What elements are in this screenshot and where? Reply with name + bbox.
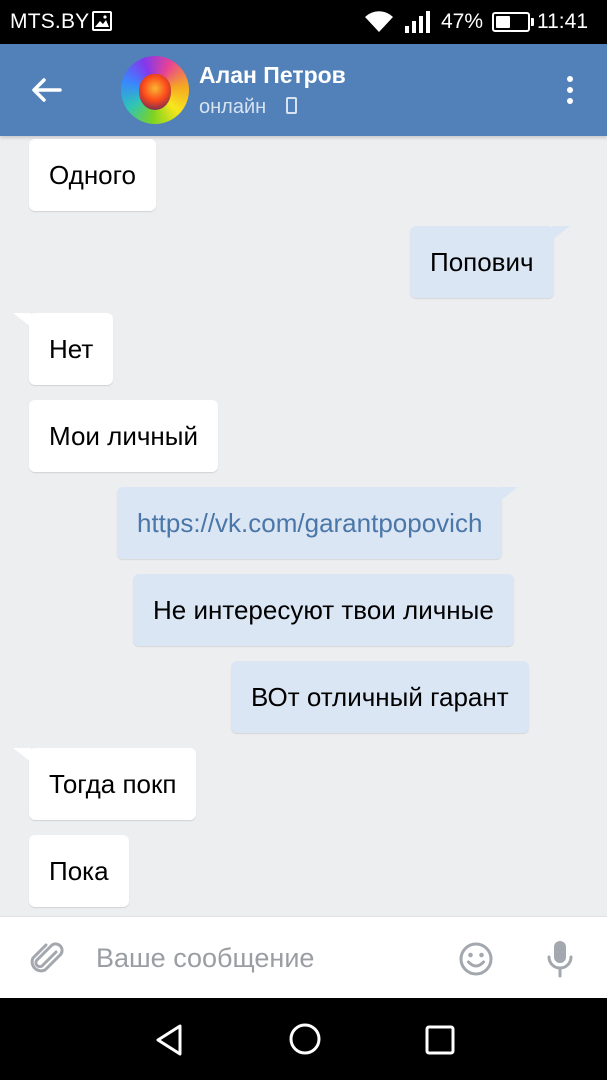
battery-icon [492, 12, 534, 32]
nav-back-icon [156, 1024, 182, 1056]
message-incoming[interactable]: Нет [13, 313, 114, 385]
message-text: Одного [49, 160, 137, 190]
back-arrow-icon [32, 78, 62, 102]
online-status: онлайн [199, 96, 267, 118]
avatar[interactable] [121, 56, 189, 124]
battery-fill [496, 16, 511, 28]
message-composer [0, 916, 607, 998]
message-text: Мои личный [49, 421, 198, 451]
message-input[interactable] [86, 933, 436, 983]
message-text: Тогда покп [49, 769, 177, 799]
message-outgoing[interactable]: Не интересуют твои личные [133, 574, 514, 646]
message-outgoing[interactable]: Попович [410, 226, 570, 298]
nav-home-button[interactable] [285, 1019, 325, 1059]
nav-back-button[interactable] [150, 1020, 190, 1060]
message-text: Не интересуют твои личные [153, 595, 494, 625]
contact-name[interactable]: Алан Петров [199, 62, 346, 89]
chat-header: Алан Петров онлайн [0, 44, 607, 136]
microphone-button[interactable] [544, 939, 576, 979]
system-nav-bar [0, 998, 607, 1080]
nav-home-icon [289, 1023, 321, 1055]
message-text: ВОт отличный гарант [251, 682, 509, 712]
emoji-icon [459, 942, 493, 976]
back-button[interactable] [24, 70, 68, 110]
nav-recents-icon [425, 1025, 455, 1055]
attach-button[interactable] [28, 939, 68, 979]
message-incoming[interactable]: Пока [29, 835, 129, 907]
message-link[interactable]: https://vk.com/garantpopovich [137, 508, 482, 538]
carrier-name: MTS.BY [10, 10, 90, 33]
more-options-button[interactable] [556, 72, 584, 108]
photo-icon [92, 11, 112, 31]
signal-icon [404, 10, 432, 39]
message-outgoing[interactable]: ВОт отличный гарант [231, 661, 529, 733]
message-text: Пока [49, 856, 109, 886]
message-incoming[interactable]: Тогда покп [13, 748, 197, 820]
message-text: Попович [430, 247, 534, 277]
emoji-button[interactable] [458, 941, 494, 977]
more-vertical-icon [567, 76, 573, 82]
message-incoming[interactable]: Мои личный [29, 400, 218, 472]
message-text: Нет [49, 334, 94, 364]
wifi-icon [364, 11, 394, 38]
status-bar: MTS.BY 47% 11:41 [0, 0, 607, 44]
microphone-icon [547, 941, 573, 978]
phone-icon [286, 97, 297, 114]
clock: 11:41 [537, 10, 588, 33]
message-outgoing-link[interactable]: https://vk.com/garantpopovich [117, 487, 519, 559]
paperclip-icon [30, 942, 64, 973]
battery-percent: 47% [441, 10, 484, 33]
nav-recents-button[interactable] [420, 1020, 460, 1060]
message-list[interactable]: Одного Попович Нет Мои личный https://vk… [0, 136, 607, 916]
message-incoming[interactable]: Одного [29, 139, 157, 211]
